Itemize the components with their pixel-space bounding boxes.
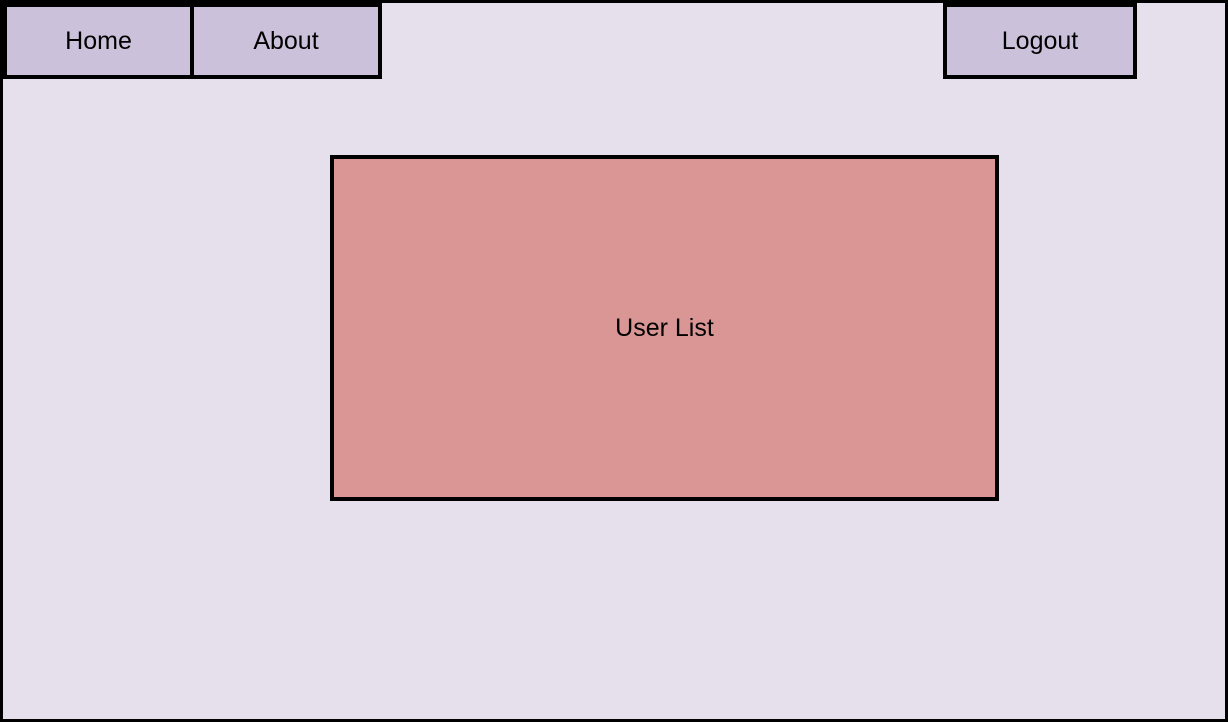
about-button-label: About [253,26,319,55]
home-button[interactable]: Home [3,3,194,79]
home-button-label: Home [65,26,132,55]
logout-button-label: Logout [1001,26,1079,55]
user-list-panel: User List [330,155,999,501]
app-frame: Home About Logout User List [0,0,1228,722]
user-list-label: User List [615,313,714,342]
about-button[interactable]: About [190,3,382,79]
logout-button[interactable]: Logout [943,3,1137,79]
